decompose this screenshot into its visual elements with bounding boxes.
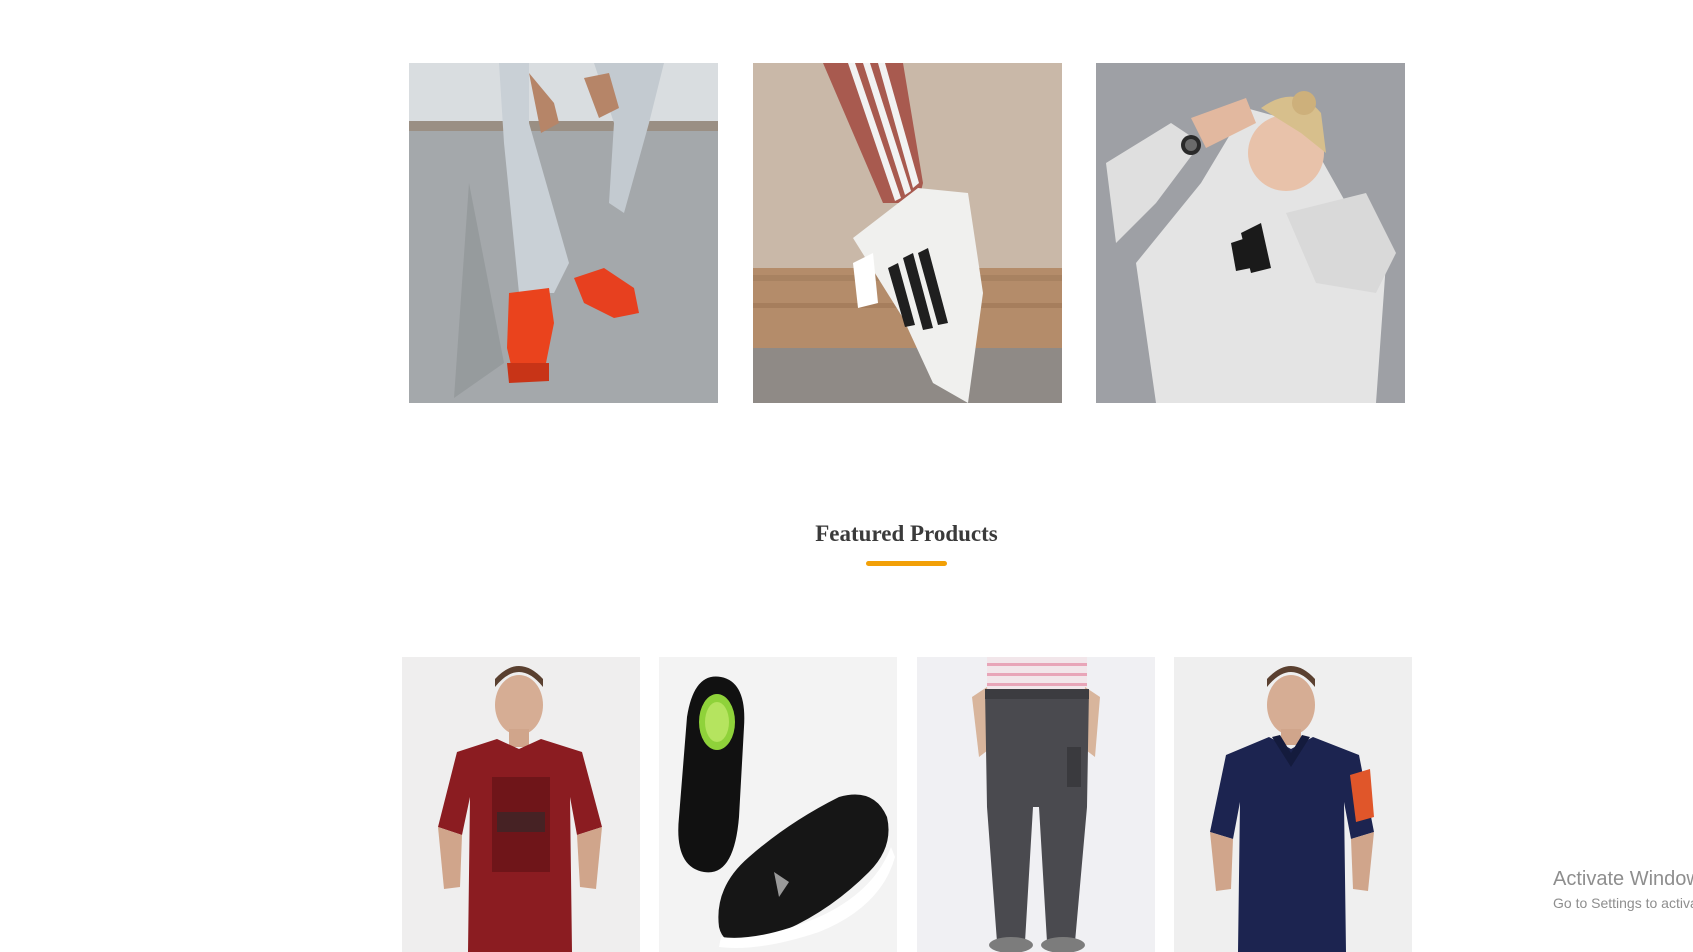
banner-image-white-sneaker[interactable]: [753, 63, 1062, 403]
grey-joggers-photo: [917, 657, 1155, 952]
watermark-line-1: Activate Windows: [1553, 868, 1693, 890]
maroon-tshirt-photo: [402, 657, 640, 952]
featured-products-title: Featured Products: [815, 521, 998, 546]
banner-image-white-hoodie[interactable]: [1096, 63, 1405, 403]
product-card-grey-joggers[interactable]: [917, 657, 1155, 952]
banner-image-red-sneakers[interactable]: [409, 63, 718, 403]
watermark-line-2: Go to Settings to activate Windows.: [1553, 895, 1693, 911]
black-sneakers-photo: [659, 657, 897, 952]
man-sitting-red-sneakers-photo: [409, 63, 718, 403]
product-card-maroon-tshirt[interactable]: [402, 657, 640, 952]
product-card-navy-polo[interactable]: [1174, 657, 1412, 952]
os-activation-watermark: Activate Windows Go to Settings to activ…: [1553, 868, 1693, 911]
woman-white-hoodie-photo: [1096, 63, 1405, 403]
striped-pants-white-sneaker-photo: [753, 63, 1062, 403]
navy-polo-photo: [1174, 657, 1412, 952]
title-underline: [866, 561, 947, 566]
product-card-black-sneakers[interactable]: [659, 657, 897, 952]
